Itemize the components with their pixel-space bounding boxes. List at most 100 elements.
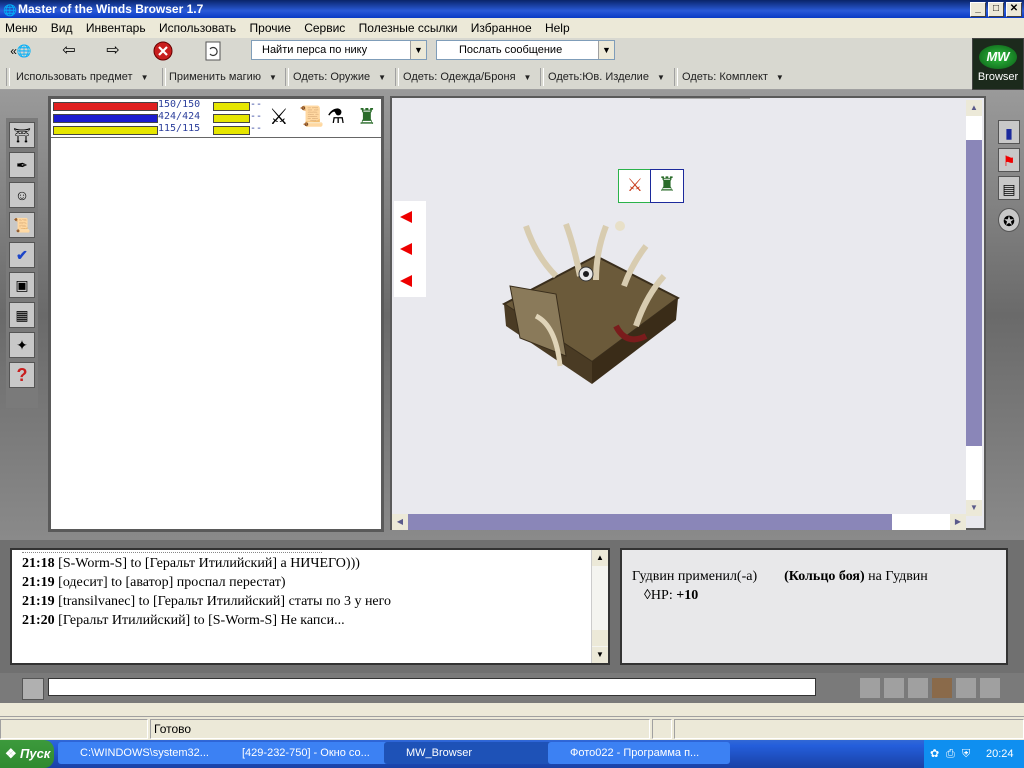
title-bar: 🌐 Master of the Winds Browser 1.7 _ □ ✕	[0, 0, 1024, 18]
taskbar-item-photo[interactable]: Фото022 - Программа п...	[548, 742, 730, 764]
arrow-left-icon[interactable]	[400, 211, 412, 223]
use-item-label: Использовать предмет	[16, 71, 133, 83]
diamond-icon: ◊	[644, 588, 651, 603]
scroll-item-icon[interactable]: 📜	[299, 104, 324, 129]
send-message-combo[interactable]: Послать сообщение ▼	[436, 40, 615, 60]
use-item-dropdown[interactable]: Использовать предмет ▼	[16, 64, 149, 90]
flag-icon[interactable]: ⚑	[998, 148, 1020, 172]
globe-nav-icon[interactable]: «🌐	[4, 41, 38, 61]
mp-value: 424/424	[158, 111, 201, 122]
arrow-left-icon[interactable]	[400, 275, 412, 287]
anvil-icon[interactable]	[884, 678, 904, 698]
shield-icon[interactable]: ⛨	[962, 740, 970, 768]
book-icon[interactable]	[956, 678, 976, 698]
stop-icon[interactable]	[152, 41, 174, 61]
feather-icon[interactable]: ✒	[9, 152, 35, 178]
small-bar	[213, 126, 250, 135]
axe-icon[interactable]: ⚔	[269, 104, 289, 130]
player-avatar[interactable]: ⚔	[618, 169, 652, 203]
scrollbar-thumb[interactable]	[408, 514, 892, 530]
menu-item[interactable]: Вид	[46, 18, 78, 38]
chat-log[interactable]: 21:18 [S-Worm-S] to [Геральт Итилийский]…	[10, 548, 610, 665]
stats-chart-icon[interactable]: ▮	[998, 120, 1020, 144]
equip-set-label: Одеть: Комплект	[682, 71, 768, 83]
taskbar-item-cmd[interactable]: C:\WINDOWS\system32...	[58, 742, 238, 764]
menu-item[interactable]: Прочие	[245, 18, 296, 38]
arrow-left-icon[interactable]	[400, 243, 412, 255]
equip-set-dropdown[interactable]: Одеть: Комплект ▼	[682, 64, 784, 90]
close-window-button[interactable]: ✕	[1006, 2, 1022, 17]
chest-icon[interactable]: ▣	[9, 272, 35, 298]
tray-icon[interactable]: ✿	[930, 740, 939, 768]
chat-scrollbar[interactable]: ▲ ▼	[591, 550, 608, 663]
hp-bar	[53, 102, 158, 111]
scroll-up-icon[interactable]: ▲	[966, 100, 982, 116]
system-tray: ✿ ⎙ ⛨ 20:24	[924, 740, 1024, 768]
menu-item[interactable]: Сервис	[299, 18, 350, 38]
viewport-top-marks	[650, 98, 750, 105]
viewport-vertical-scrollbar[interactable]: ▲ ▼	[966, 100, 982, 516]
heart-icon[interactable]	[860, 678, 880, 698]
bag-icon[interactable]	[932, 678, 952, 698]
scroll-right-icon[interactable]: ▶	[950, 514, 966, 530]
chat-text: [одесит] to [аватор] проспал перестат)	[58, 575, 286, 590]
chevron-down-icon: ▼	[775, 73, 784, 82]
start-button[interactable]: ❖ Пуск	[0, 740, 54, 768]
scroll-icon[interactable]: 📜	[9, 212, 35, 238]
menu-item[interactable]: Полезные ссылки	[354, 18, 463, 38]
help-icon[interactable]: ?	[9, 362, 35, 388]
chat-line: 21:18 [S-Worm-S] to [Геральт Итилийский]…	[22, 556, 360, 572]
equip-weapon-label: Одеть: Оружие	[293, 71, 371, 83]
chevron-down-icon: ▼	[140, 73, 149, 82]
checkmark-icon[interactable]: ✔	[9, 242, 35, 268]
menu-item[interactable]: Избранное	[466, 18, 537, 38]
menu-item[interactable]: Инвентарь	[81, 18, 151, 38]
back-arrow-icon[interactable]: ⇦	[58, 41, 80, 61]
apply-magic-dropdown[interactable]: Применить магию ▼	[169, 64, 277, 90]
minimize-button[interactable]: _	[970, 2, 986, 17]
chevron-down-icon[interactable]: ▼	[410, 41, 426, 59]
scrollbar-thumb[interactable]	[592, 630, 608, 646]
chat-line: 21:20 [Геральт Итилийский] to [S-Worm-S]…	[22, 613, 345, 629]
hand-icon[interactable]	[22, 678, 44, 700]
bone-fortress-building[interactable]	[496, 216, 684, 388]
actions-toolbar: Использовать предмет ▼ Применить магию ▼ О…	[0, 64, 972, 90]
pentagram-icon[interactable]: ✪	[998, 208, 1020, 232]
game-viewport[interactable]: ⚔ ♜	[390, 96, 986, 530]
forward-arrow-icon[interactable]: ⇨	[102, 41, 124, 61]
scroll-down-icon[interactable]: ▼	[592, 647, 608, 663]
equip-jewelry-dropdown[interactable]: Одеть:Юв. Изделие ▼	[548, 64, 665, 90]
menu-item-help[interactable]: Help	[540, 18, 575, 38]
viewport-horizontal-scrollbar[interactable]: ◀ ▶	[392, 514, 966, 530]
taskbar-item-chat[interactable]: [429-232-750] - Окно со...	[220, 742, 402, 764]
chat-time: 21:18	[22, 556, 55, 571]
scroll-up-icon[interactable]: ▲	[592, 550, 608, 566]
inventory-icon[interactable]: ▤	[998, 176, 1020, 200]
apply-magic-label: Применить магию	[169, 71, 261, 83]
book-icon[interactable]: ✦	[9, 332, 35, 358]
chevron-down-icon[interactable]: ▼	[598, 41, 614, 59]
potions-icon[interactable]: ⚗	[327, 104, 345, 129]
tray-icon[interactable]: ⎙	[946, 740, 955, 768]
menu-item[interactable]: Использовать	[154, 18, 241, 38]
scrollbar-thumb[interactable]	[966, 140, 982, 446]
scroll-down-icon[interactable]: ▼	[966, 500, 982, 516]
people-icon[interactable]	[980, 678, 1000, 698]
character-figure-icon[interactable]: ♜	[357, 104, 377, 130]
taskbar-item-browser[interactable]: MW_Browser	[384, 742, 566, 764]
chat-input[interactable]	[48, 678, 816, 696]
equip-armor-dropdown[interactable]: Одеть: Одежда/Броня ▼	[403, 64, 531, 90]
left-tool-bar: ⛩ ✒ ☺ 📜 ✔ ▣ ▦ ✦ ?	[6, 118, 38, 408]
map-icon[interactable]: ▦	[9, 302, 35, 328]
find-player-combo[interactable]: Найти перса по нику ▼	[251, 40, 427, 60]
maximize-button[interactable]: □	[988, 2, 1004, 17]
portrait-icon[interactable]: ☺	[9, 182, 35, 208]
action-line: Гудвин применил(-а) (Кольцо боя) на Гудв…	[632, 569, 928, 585]
menu-item[interactable]: Меню	[0, 18, 42, 38]
scroll-left-icon[interactable]: ◀	[392, 514, 408, 530]
player-avatar[interactable]: ♜	[650, 169, 684, 203]
equip-weapon-dropdown[interactable]: Одеть: Оружие ▼	[293, 64, 386, 90]
hands-icon[interactable]	[908, 678, 928, 698]
refresh-icon[interactable]	[202, 41, 224, 61]
portal-icon[interactable]: ⛩	[9, 122, 35, 148]
